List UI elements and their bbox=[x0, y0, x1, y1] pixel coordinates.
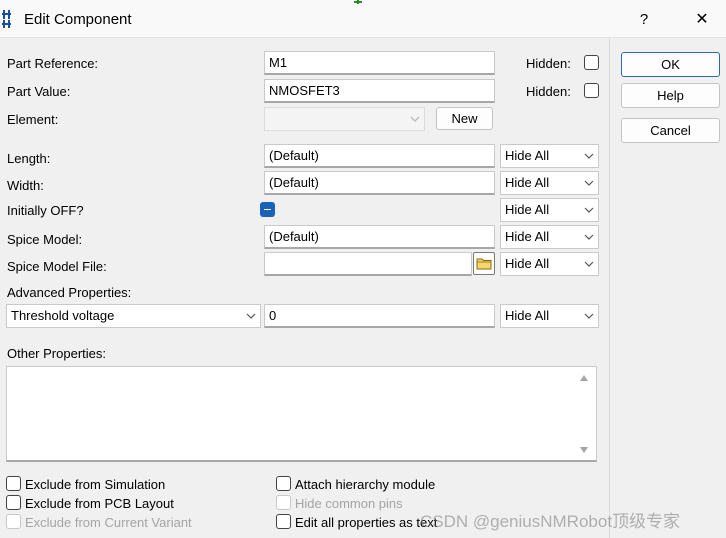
part-reference-label: Part Reference: bbox=[7, 56, 98, 71]
chevron-down-icon bbox=[584, 207, 594, 213]
spice-model-visibility-select[interactable]: Hide All bbox=[500, 225, 599, 249]
spice-model-file-visibility-value: Hide All bbox=[505, 256, 550, 271]
chevron-down-icon bbox=[584, 261, 594, 267]
attach-hierarchy-label: Attach hierarchy module bbox=[295, 477, 436, 492]
scroll-down-icon[interactable] bbox=[579, 446, 589, 454]
part-reference-label-text: Part Reference: bbox=[7, 56, 99, 71]
close-icon: ✕ bbox=[695, 11, 709, 28]
exclude-pcb-label: Exclude from PCB Layout bbox=[25, 496, 174, 511]
question-icon: ? bbox=[639, 10, 649, 28]
spice-model-file-label: Spice Model File: bbox=[7, 259, 107, 274]
width-value: (Default) bbox=[269, 175, 319, 190]
new-button-label: New bbox=[451, 111, 478, 126]
new-element-button[interactable]: New bbox=[436, 107, 493, 130]
element-label: Element: bbox=[7, 112, 59, 127]
edit-as-text-label: Edit all properties as text bbox=[295, 515, 438, 530]
part-value-input[interactable]: NMOSFET3 bbox=[264, 79, 495, 103]
part-reference-hidden-label: Hidden: bbox=[526, 56, 571, 71]
width-input[interactable]: (Default) bbox=[264, 171, 495, 195]
element-select[interactable] bbox=[264, 107, 425, 131]
help-button[interactable]: Help bbox=[621, 83, 720, 108]
part-reference-hidden-checkbox[interactable] bbox=[584, 55, 599, 70]
chevron-down-icon bbox=[584, 180, 594, 186]
ok-button[interactable]: OK bbox=[621, 52, 720, 77]
watermark: CSDN @geniusNMRobot顶级专家 bbox=[420, 512, 681, 531]
spice-model-file-visibility-select[interactable]: Hide All bbox=[500, 252, 599, 276]
chevron-down-icon bbox=[246, 313, 256, 319]
indeterminate-dash-icon bbox=[264, 208, 271, 211]
exclude-simulation-checkbox[interactable] bbox=[6, 476, 21, 491]
advanced-property-select[interactable]: Threshold voltage bbox=[6, 304, 261, 328]
length-visibility-select[interactable]: Hide All bbox=[500, 144, 599, 168]
part-value-hidden-label: Hidden: bbox=[526, 84, 571, 99]
part-value-value: NMOSFET3 bbox=[269, 83, 340, 98]
spice-model-visibility-value: Hide All bbox=[505, 229, 550, 244]
hide-common-pins-label: Hide common pins bbox=[295, 496, 403, 511]
length-label: Length: bbox=[7, 151, 51, 166]
length-value: (Default) bbox=[269, 148, 319, 163]
component-icon bbox=[2, 10, 11, 28]
help-title-button[interactable]: ? bbox=[624, 6, 664, 32]
other-properties-label: Other Properties: bbox=[7, 346, 106, 361]
spice-model-value: (Default) bbox=[269, 229, 319, 244]
edit-as-text-checkbox[interactable] bbox=[276, 514, 291, 529]
part-value-label: Part Value: bbox=[7, 84, 71, 99]
chevron-down-icon bbox=[584, 313, 594, 319]
window-title: Edit Component bbox=[24, 11, 132, 28]
advanced-value: 0 bbox=[269, 308, 277, 323]
advanced-property-value: Threshold voltage bbox=[11, 308, 115, 323]
advanced-properties-label: Advanced Properties: bbox=[7, 285, 132, 300]
initially-off-label: Initially OFF? bbox=[7, 203, 84, 218]
vertical-divider bbox=[609, 38, 610, 538]
browse-file-button[interactable] bbox=[473, 252, 495, 275]
exclude-simulation-label: Exclude from Simulation bbox=[25, 477, 166, 492]
advanced-visibility-select[interactable]: Hide All bbox=[500, 304, 599, 328]
hide-common-pins-checkbox[interactable] bbox=[276, 495, 291, 510]
width-label: Width: bbox=[7, 178, 44, 193]
spice-model-file-input[interactable] bbox=[264, 252, 472, 276]
advanced-value-input[interactable]: 0 bbox=[264, 304, 495, 328]
chevron-down-icon bbox=[410, 116, 420, 122]
chevron-down-icon bbox=[584, 234, 594, 240]
part-reference-input[interactable]: M1 bbox=[264, 51, 495, 75]
cancel-button[interactable]: Cancel bbox=[621, 118, 720, 143]
other-properties-textarea[interactable] bbox=[6, 366, 597, 462]
ok-button-label: OK bbox=[661, 57, 680, 72]
title-bar: Edit Component ? ✕ bbox=[0, 0, 726, 38]
length-visibility-value: Hide All bbox=[505, 148, 550, 163]
attach-hierarchy-checkbox[interactable] bbox=[276, 476, 291, 491]
length-input[interactable]: (Default) bbox=[264, 144, 495, 168]
cancel-button-label: Cancel bbox=[650, 123, 691, 138]
exclude-variant-label: Exclude from Current Variant bbox=[25, 515, 192, 530]
part-value-hidden-checkbox[interactable] bbox=[584, 83, 599, 98]
spice-model-input[interactable]: (Default) bbox=[264, 225, 495, 249]
folder-icon bbox=[476, 258, 492, 270]
exclude-pcb-checkbox[interactable] bbox=[6, 495, 21, 510]
initially-off-checkbox[interactable] bbox=[260, 202, 275, 217]
initially-off-visibility-value: Hide All bbox=[505, 202, 550, 217]
width-visibility-value: Hide All bbox=[505, 175, 550, 190]
help-button-label: Help bbox=[657, 88, 684, 103]
chevron-down-icon bbox=[584, 153, 594, 159]
width-visibility-select[interactable]: Hide All bbox=[500, 171, 599, 195]
advanced-visibility-value: Hide All bbox=[505, 308, 550, 323]
green-marker-icon bbox=[354, 0, 362, 4]
scroll-up-icon[interactable] bbox=[579, 374, 589, 382]
initially-off-visibility-select[interactable]: Hide All bbox=[500, 198, 599, 222]
part-reference-value: M1 bbox=[269, 55, 288, 70]
close-button[interactable]: ✕ bbox=[682, 6, 722, 32]
exclude-variant-checkbox[interactable] bbox=[6, 514, 21, 529]
spice-model-label: Spice Model: bbox=[7, 232, 83, 247]
